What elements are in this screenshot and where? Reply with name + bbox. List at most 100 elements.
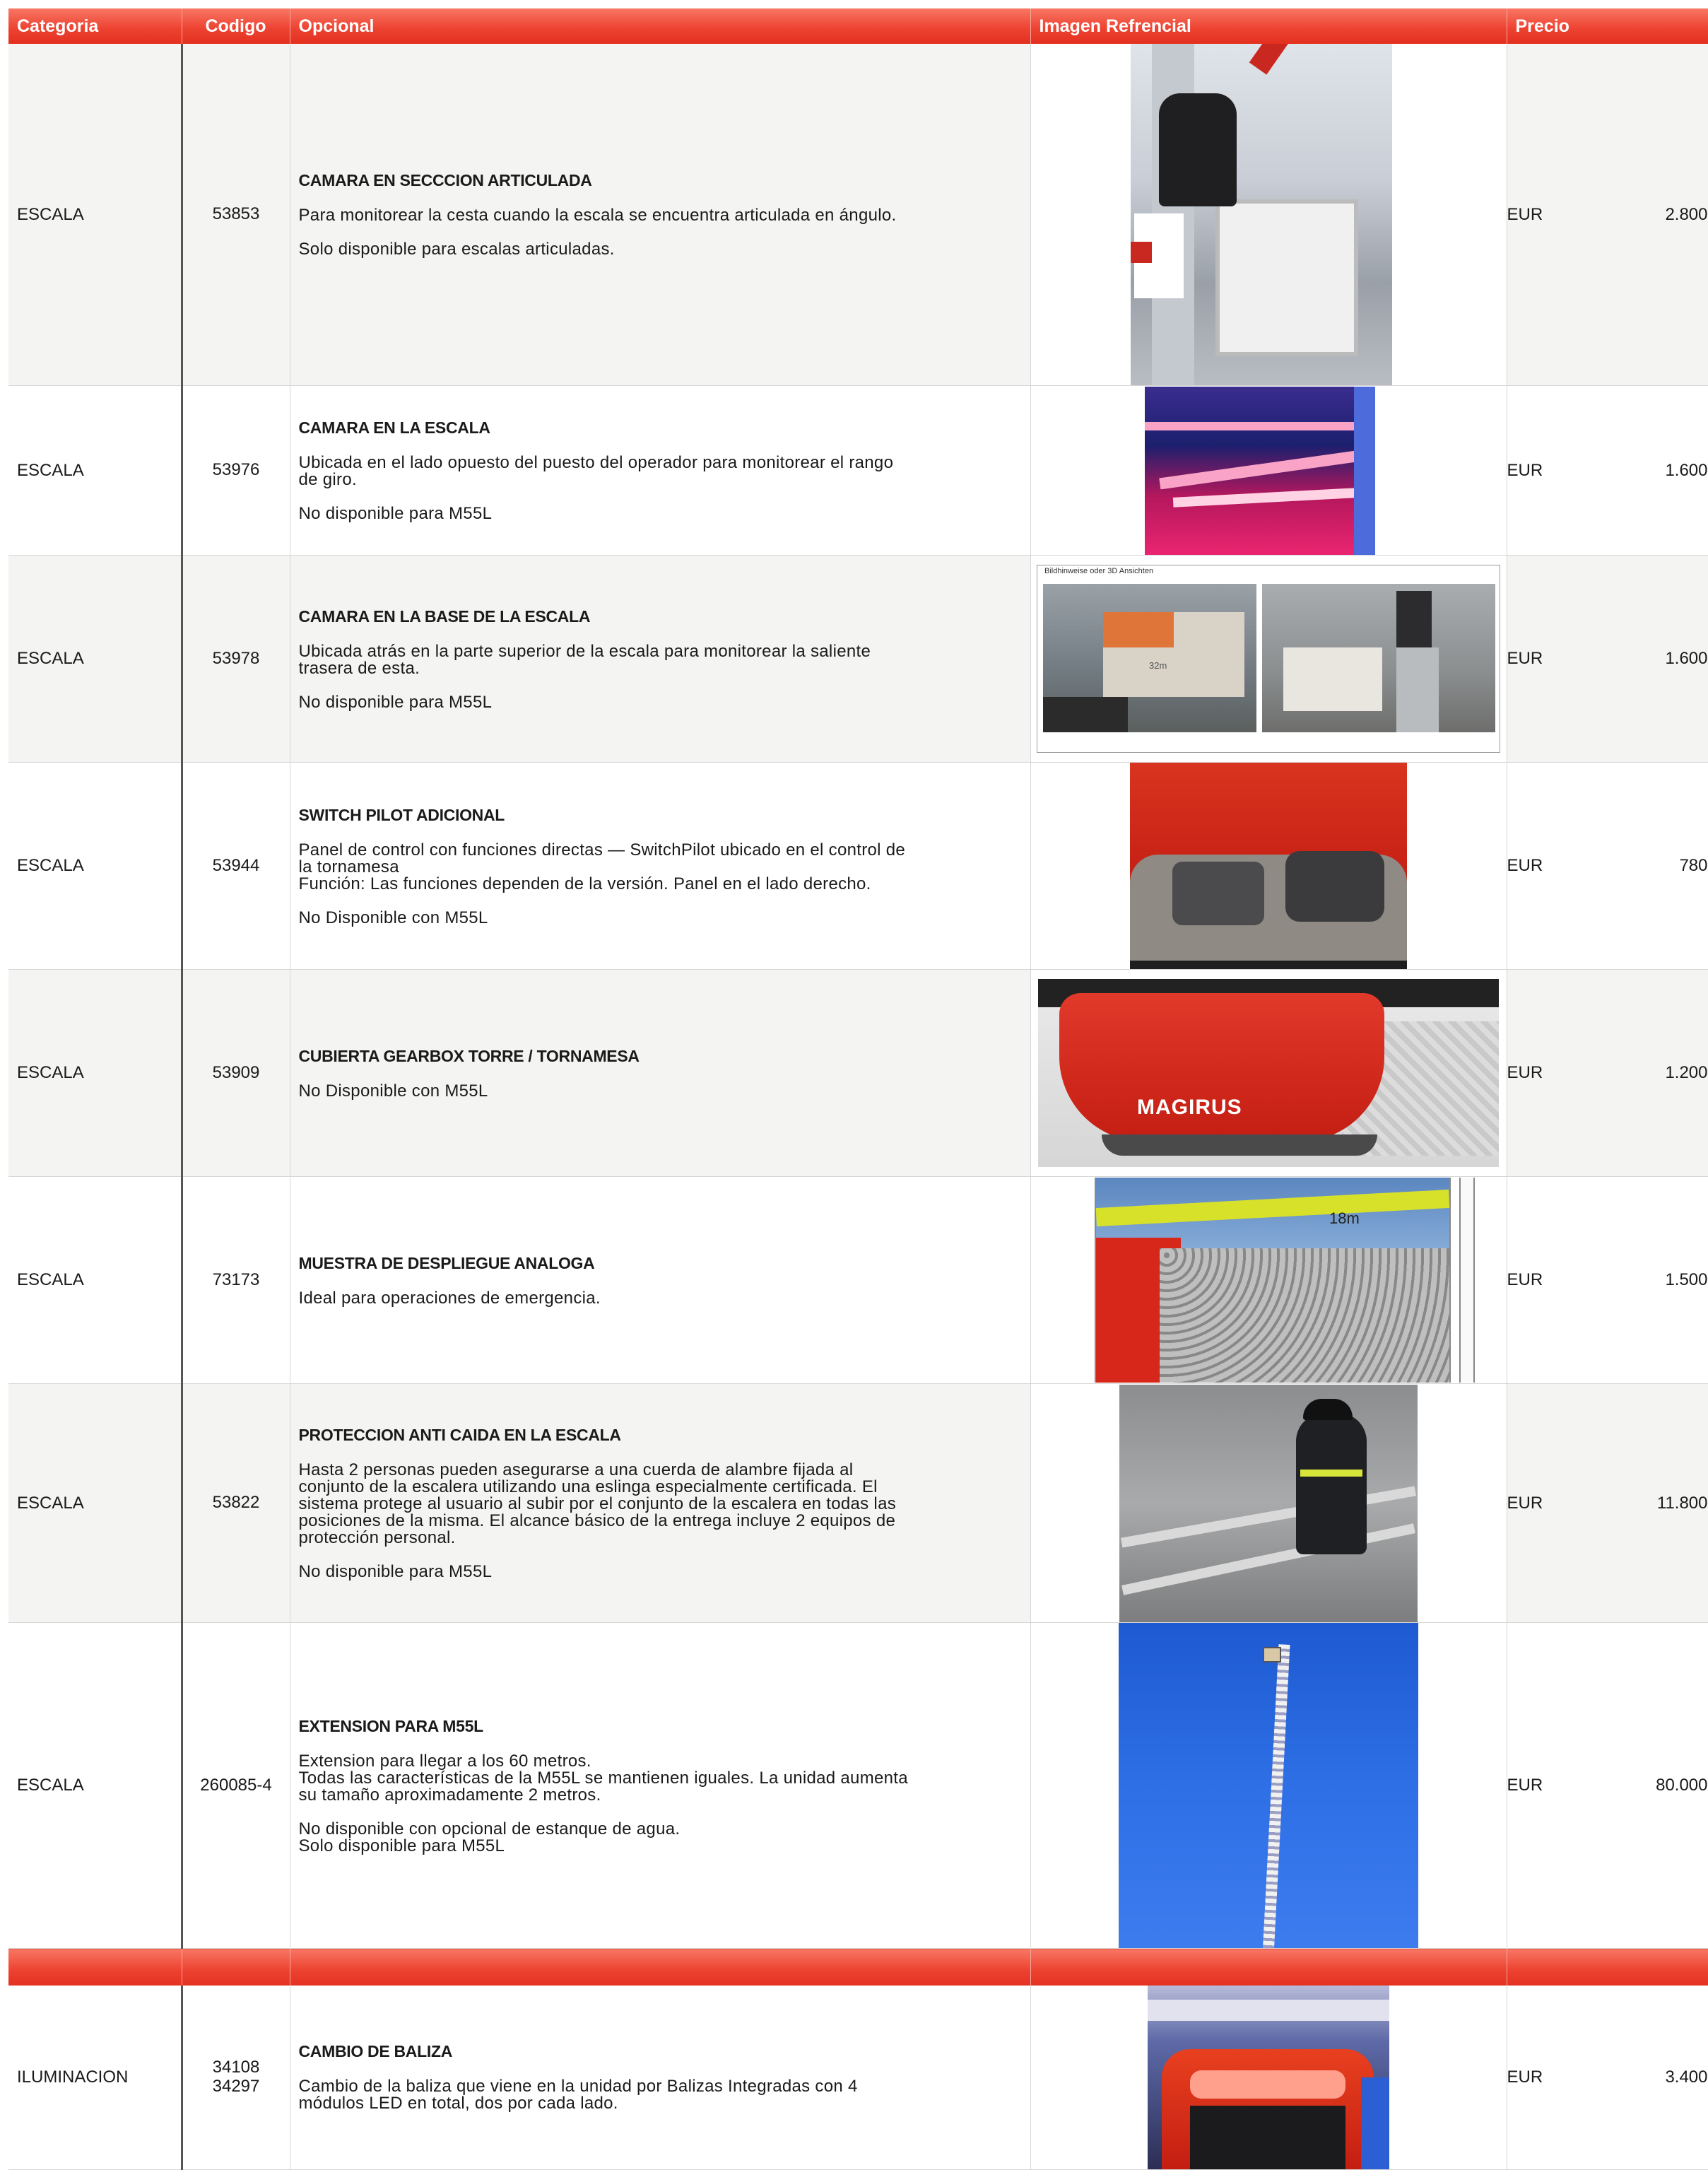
row-image-cell	[1030, 385, 1507, 556]
row-code: 53944	[182, 762, 290, 970]
row-description: CAMARA EN SECCCION ARTICULADA Para monit…	[290, 44, 1031, 386]
row-title: CAMARA EN LA BASE DE LA ESCALA	[298, 606, 591, 626]
row-desc-line: Función: Las funciones dependen de la ve…	[298, 874, 871, 893]
row-category: ESCALA	[8, 555, 183, 763]
row-currency: EUR	[1507, 1493, 1543, 1513]
switchpilot-panel-photo	[1130, 763, 1407, 969]
row-description: CAMBIO DE BALIZA Cambio de la baliza que…	[290, 1985, 1031, 2170]
row-desc-line: No disponible para M55L	[298, 504, 493, 523]
row-category: ESCALA	[8, 44, 183, 386]
header-category: Categoria	[8, 8, 182, 44]
row-category: ESCALA	[8, 1176, 183, 1384]
ladder-length-mark: 32m	[1149, 660, 1167, 671]
options-table: Categoria Codigo Opcional Imagen Refrenc…	[8, 8, 1708, 2170]
row-desc-line: la tornamesa	[298, 857, 399, 876]
row-desc-line: trasera de esta.	[298, 658, 420, 678]
row-title: CAMARA EN SECCCION ARTICULADA	[298, 171, 592, 189]
row-description: EXTENSION PARA M55L Extension para llega…	[290, 1622, 1031, 1949]
row-currency: EUR	[1507, 1270, 1543, 1289]
row-desc-line: Cambio de la baliza que viene en la unid…	[298, 2077, 858, 2096]
table-row: ESCALA 260085-4 EXTENSION PARA M55L Exte…	[8, 1622, 1708, 1949]
turntable-camera-figure: Bildhinweise oder 3D Ansichten 32m	[1037, 565, 1500, 753]
row-title: MUESTRA DE DESPLIEGUE ANALOGA	[298, 1253, 595, 1272]
header-image: Imagen Refrencial	[1030, 8, 1507, 44]
row-code: 34108 34297	[182, 1985, 290, 2170]
table-row: ILUMINACION 34108 34297 CAMBIO DE BALIZA…	[8, 1985, 1708, 2170]
row-image-cell	[1030, 44, 1507, 386]
row-desc-line: Solo disponible para escalas articuladas…	[298, 240, 615, 259]
row-desc-line: módulos LED en total, dos por cada lado.	[298, 2094, 618, 2113]
turntable-photo-left: 32m	[1043, 584, 1256, 732]
row-price: EUR 1.600	[1507, 385, 1708, 556]
row-code: 260085-4	[182, 1622, 290, 1949]
row-desc-line: Todas las características de la M55L se …	[298, 1768, 908, 1788]
row-desc-line: su tamaño aproximadamente 2 metros.	[298, 1785, 601, 1805]
row-code: 53976	[182, 385, 290, 556]
row-price: EUR 1.600	[1507, 555, 1708, 763]
row-amount: 80.000	[1656, 1776, 1708, 1795]
gearbox-cover-photo: MAGIRUS	[1038, 979, 1499, 1167]
extended-ladder-photo	[1119, 1623, 1418, 1948]
row-price: EUR 3.400	[1507, 1985, 1708, 2170]
row-code: 53909	[182, 969, 290, 1177]
row-description: SWITCH PILOT ADICIONAL Panel de control …	[290, 762, 1031, 970]
row-desc-line: No Disponible con M55L	[298, 908, 488, 927]
ladder-length-mark: 18m	[1329, 1209, 1360, 1227]
row-desc-line: No Disponible con M55L	[298, 1081, 488, 1101]
row-price: EUR 780	[1507, 762, 1708, 970]
table-row: ESCALA 53976 CAMARA EN LA ESCALA Ubicada…	[8, 385, 1708, 556]
row-currency: EUR	[1507, 856, 1543, 875]
row-code: 73173	[182, 1176, 290, 1384]
row-price: EUR 80.000	[1507, 1622, 1708, 1949]
row-image-cell: 18m	[1030, 1176, 1507, 1384]
row-desc-line: Ubicada atrás en la parte superior de la…	[298, 641, 871, 661]
deployment-display-photo: 18m	[1056, 1178, 1480, 1383]
row-price: EUR 2.800	[1507, 44, 1708, 386]
row-image-cell: Bildhinweise oder 3D Ansichten 32m	[1030, 555, 1507, 763]
row-price: EUR 1.200	[1507, 969, 1708, 1177]
row-desc-line: Panel de control con funciones directas …	[298, 840, 906, 860]
row-category: ILUMINACION	[8, 1985, 183, 2170]
row-desc-line: Extension para llegar a los 60 metros.	[298, 1751, 591, 1771]
row-title: EXTENSION PARA M55L	[298, 1716, 484, 1735]
table-row: ESCALA 53909 CUBIERTA GEARBOX TORRE / TO…	[8, 969, 1708, 1177]
row-currency: EUR	[1507, 1776, 1543, 1795]
row-desc-line: Hasta 2 personas pueden asegurarse a una…	[298, 1460, 854, 1479]
row-currency: EUR	[1507, 204, 1543, 224]
row-description: CAMARA EN LA ESCALA Ubicada en el lado o…	[290, 385, 1031, 556]
row-desc-line: Ubicada en el lado opuesto del puesto de…	[298, 453, 894, 472]
row-amount: 1.600	[1665, 460, 1708, 480]
row-description: CUBIERTA GEARBOX TORRE / TORNAMESA No Di…	[290, 969, 1031, 1177]
beacon-light-photo	[1148, 1985, 1389, 2169]
magirus-logo: MAGIRUS	[1137, 1096, 1242, 1119]
row-desc-line: Para monitorear la cesta cuando la escal…	[298, 206, 897, 225]
row-desc-line: No disponible con opcional de estanque d…	[298, 1819, 681, 1838]
row-desc-line: No disponible para M55L	[298, 692, 493, 712]
row-desc-line: conjunto de la escalera utilizando una e…	[298, 1477, 878, 1496]
row-category: ESCALA	[8, 762, 183, 970]
row-image-cell	[1030, 762, 1507, 970]
row-code: 53978	[182, 555, 290, 763]
section-separator	[8, 1948, 1708, 1986]
row-code: 53853	[182, 44, 290, 386]
row-amount: 2.800	[1665, 204, 1708, 224]
row-image-cell	[1030, 1985, 1507, 2170]
row-amount: 1.200	[1665, 1063, 1708, 1082]
table-row: ESCALA 53944 SWITCH PILOT ADICIONAL Pane…	[8, 762, 1708, 970]
row-amount: 1.600	[1665, 649, 1708, 668]
row-title: PROTECCION ANTI CAIDA EN LA ESCALA	[298, 1426, 622, 1444]
row-amount: 780	[1679, 856, 1708, 875]
row-image-cell: MAGIRUS	[1030, 969, 1507, 1177]
row-desc-line: sistema protege al usuario al subir por …	[298, 1494, 897, 1513]
row-desc-line: de giro.	[298, 470, 357, 489]
ladder-camera-photo	[1145, 386, 1375, 555]
table-row: ESCALA 53822 PROTECCION ANTI CAIDA EN LA…	[8, 1383, 1708, 1623]
row-title: CAMARA EN LA ESCALA	[298, 418, 490, 437]
row-price: EUR 11.800	[1507, 1383, 1708, 1623]
row-image-cell	[1030, 1622, 1507, 1949]
table-row: ESCALA 53978 CAMARA EN LA BASE DE LA ESC…	[8, 555, 1708, 763]
row-category: ESCALA	[8, 1622, 183, 1949]
header-optional: Opcional	[290, 8, 1031, 44]
header-code: Codigo	[182, 8, 290, 44]
figure-caption: Bildhinweise oder 3D Ansichten	[1044, 567, 1154, 575]
